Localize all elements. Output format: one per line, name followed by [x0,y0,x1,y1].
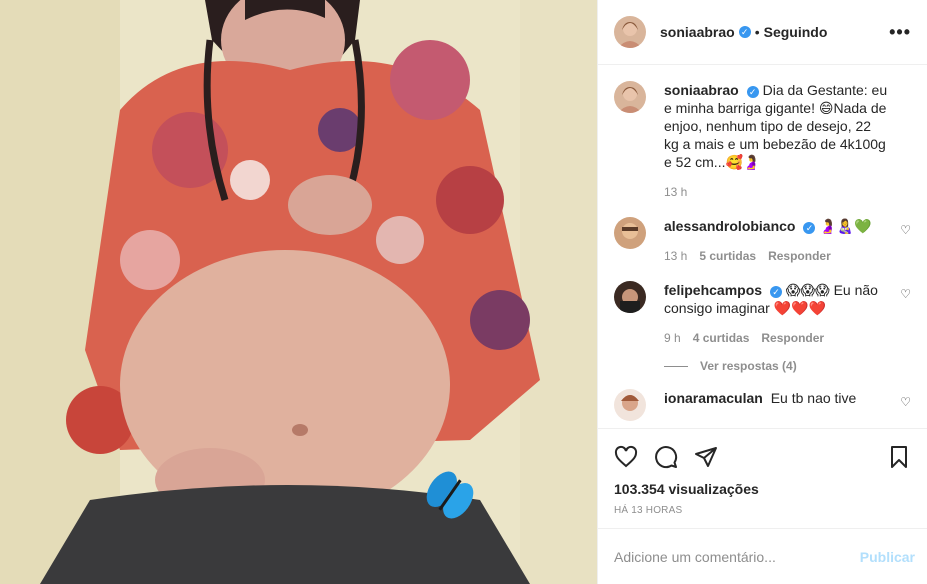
comment-username[interactable]: ionaramaculan [664,390,763,406]
comment-meta: 13 h 5 curtidas Responder [664,247,889,265]
comment-item: felipehcampos ✓ 😱😱😱 Eu não consigo imagin… [614,281,911,347]
comment-like-heart-icon[interactable]: ♡ [900,223,911,237]
verified-badge-icon: ✓ [803,222,816,234]
comment-meta: 9 h 4 curtidas Responder [664,329,889,347]
verified-badge-icon: ✓ [770,286,783,298]
verified-badge-icon: ✓ [738,26,751,38]
view-replies-button[interactable]: Ver respostas (4) [664,359,911,373]
comment-avatar[interactable] [614,217,646,249]
verified-badge-icon: ✓ [746,86,759,98]
comment-text: Eu tb nao tive [770,390,857,406]
comment-body: ionaramaculan Eu tb nao tive [664,389,911,407]
comment-body: felipehcampos ✓ 😱😱😱 Eu não consigo imagin… [664,281,911,347]
comment-item: ionaramaculan Eu tb nao tive ♡ [614,389,911,421]
pregnant-woman-photo [0,0,597,584]
post-header: soniaabrao ✓ • Seguindo ••• [598,0,927,65]
comment-item: alessandrolobianco ✓ 🤰👩‍🍼💚 13 h 5 curtida… [614,217,911,265]
add-comment-bar: Publicar [598,528,927,584]
caption: soniaabrao ✓ Dia da Gestante: eu e minha … [614,81,911,201]
view-count[interactable]: 103.354 visualizações [614,481,911,497]
view-replies-label: Ver respostas (4) [700,359,797,373]
comment-like-heart-icon[interactable]: ♡ [900,287,911,301]
comment-text: 🤰👩‍🍼💚 [819,218,872,234]
comment-avatar[interactable] [614,389,646,421]
following-button[interactable]: Seguindo [764,24,828,40]
comments-list[interactable]: soniaabrao ✓ Dia da Gestante: eu e minha … [598,65,927,428]
comment-bubble-icon[interactable] [654,445,678,469]
replies-line [664,365,688,367]
comment-like-heart-icon[interactable]: ♡ [900,395,911,409]
more-options-icon[interactable]: ••• [889,22,911,43]
action-icons [614,437,911,477]
post-dialog: soniaabrao ✓ • Seguindo ••• soniaabrao ✓ … [0,0,927,584]
comment-body: alessandrolobianco ✓ 🤰👩‍🍼💚 13 h 5 curtida… [664,217,911,265]
author-avatar[interactable] [614,16,646,48]
like-heart-icon[interactable] [614,445,638,469]
comment-avatar[interactable] [614,281,646,313]
reply-button[interactable]: Responder [761,329,824,347]
comment-input[interactable] [614,548,860,565]
comment-username[interactable]: alessandrolobianco [664,218,795,234]
caption-username[interactable]: soniaabrao [664,82,739,98]
publish-button[interactable]: Publicar [860,549,915,565]
reply-button[interactable]: Responder [768,247,831,265]
post-actions: 103.354 visualizações HÁ 13 HORAS [598,428,927,528]
author-username[interactable]: soniaabrao [660,24,735,40]
posted-time[interactable]: HÁ 13 HORAS [614,505,911,516]
comment-time[interactable]: 9 h [664,329,681,347]
post-sidebar: soniaabrao ✓ • Seguindo ••• soniaabrao ✓ … [597,0,927,584]
caption-avatar[interactable] [614,81,646,113]
comment-username[interactable]: felipehcampos [664,282,762,298]
caption-time[interactable]: 13 h [664,183,687,201]
save-bookmark-icon[interactable] [887,445,911,469]
caption-meta: 13 h [664,183,889,201]
comment-time[interactable]: 13 h [664,247,687,265]
caption-body: soniaabrao ✓ Dia da Gestante: eu e minha … [664,81,911,201]
separator-dot: • [754,24,760,40]
comment-likes[interactable]: 5 curtidas [699,247,756,265]
post-image[interactable] [0,0,597,584]
share-plane-icon[interactable] [694,445,718,469]
comment-likes[interactable]: 4 curtidas [693,329,750,347]
